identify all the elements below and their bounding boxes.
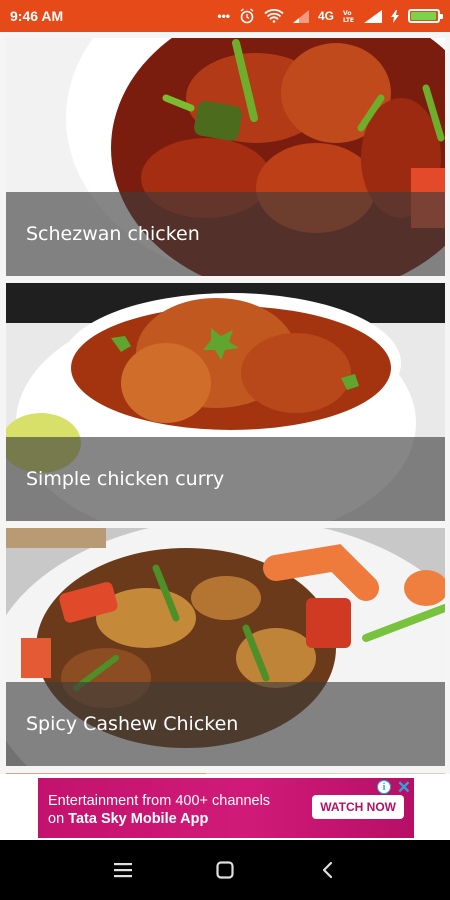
ad-info-icon[interactable]: i [377,780,391,794]
recipe-caption: Spicy Cashew Chicken [6,682,445,766]
battery-icon [408,9,443,23]
recipe-card[interactable]: Schezwan chicken [6,38,445,276]
ad-text-line1: Entertainment from 400+ channels [48,793,271,809]
ad-text-line2: on Tata Sky Mobile App [48,810,270,828]
status-icons: ••• 4G Vo LTE [217,8,443,24]
status-time: 9:46 AM [10,8,64,24]
svg-text:LTE: LTE [343,17,354,23]
signal-1-icon [292,9,309,23]
home-button[interactable] [205,850,245,890]
volte-icon: Vo LTE [343,9,355,23]
nav-bar [0,840,450,900]
ad-text-line2-prefix: on [48,811,69,827]
ad-text-line2-brand: Tata Sky Mobile App [68,811,209,827]
ad-close-icon[interactable]: ✕ [397,778,411,798]
ad-banner[interactable]: Entertainment from 400+ channels on Tata… [38,778,414,838]
recipe-list[interactable]: Schezwan chicken Simple chicken curry Sp… [0,32,450,774]
network-type-label: 4G [317,9,334,23]
back-button[interactable] [307,850,347,890]
more-notifications-icon: ••• [217,9,230,23]
signal-2-icon [364,9,382,23]
recipe-caption: Schezwan chicken [6,192,445,276]
recipe-caption: Simple chicken curry [6,437,445,521]
battery-fill [411,12,436,20]
recipe-title: Schezwan chicken [26,223,200,245]
ad-watch-now-button[interactable]: WATCH NOW [312,795,404,819]
recipe-title: Simple chicken curry [26,468,225,490]
ad-area: Entertainment from 400+ channels on Tata… [0,775,450,840]
home-icon [216,861,234,879]
recipe-title: Spicy Cashew Chicken [26,713,239,735]
recipe-card[interactable]: Spicy Cashew Chicken [6,528,445,766]
charging-icon [391,9,399,23]
recipe-card[interactable]: Simple chicken curry [6,283,445,521]
recent-apps-button[interactable] [103,850,143,890]
recent-apps-icon [114,863,132,878]
status-bar: 9:46 AM ••• 4G Vo LTE [0,0,450,32]
ad-text: Entertainment from 400+ channels on Tata… [48,792,270,828]
wifi-icon [264,9,284,23]
svg-text:Vo: Vo [343,10,351,17]
recipe-image [6,773,445,774]
recipe-card[interactable] [6,773,445,774]
back-icon [322,861,333,879]
alarm-icon [239,8,255,24]
